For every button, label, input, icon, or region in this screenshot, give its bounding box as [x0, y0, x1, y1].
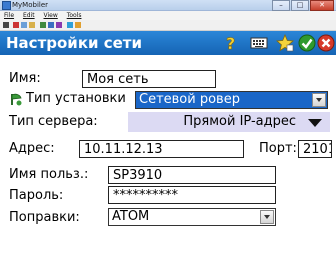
folder-icon[interactable] [75, 22, 81, 28]
network-settings-form: Имя: Моя сеть Тип установки Сетевой рове… [0, 56, 336, 253]
corrections-chevron-down-icon[interactable] [260, 210, 274, 224]
menu-file[interactable]: File [4, 12, 14, 19]
corrections-label: Поправки: [9, 210, 80, 225]
install-type-value: Сетевой ровер [139, 92, 240, 107]
user-field[interactable]: SP3910 [108, 166, 276, 184]
install-type-chevron-down-icon[interactable] [312, 93, 326, 107]
address-label: Адрес: [9, 141, 55, 156]
svg-text:?: ? [226, 34, 235, 52]
page-title: Настройки сети [6, 34, 142, 52]
password-label: Пароль: [9, 188, 64, 203]
network-rover-icon [11, 93, 22, 106]
favorites-star-icon[interactable] [276, 34, 294, 52]
password-field[interactable]: ********** [108, 186, 276, 204]
install-type-label: Тип установки [26, 91, 126, 106]
name-field[interactable]: Моя сеть [82, 70, 216, 88]
port-field[interactable]: 2101 [298, 140, 332, 158]
accept-icon[interactable] [298, 34, 316, 52]
explore-icon[interactable] [56, 22, 62, 28]
window-title: MyMobiler [12, 1, 49, 9]
maximize-button[interactable]: □ [291, 0, 309, 11]
window-titlebar: MyMobiler – □ ✕ [0, 0, 336, 11]
record-icon[interactable] [13, 22, 19, 28]
corrections-value: ATOM [112, 209, 150, 224]
menu-tools[interactable]: Tools [67, 12, 82, 19]
paste-icon[interactable] [29, 22, 35, 28]
menu-edit[interactable]: Edit [23, 12, 35, 19]
download-icon[interactable] [48, 22, 54, 28]
corrections-dropdown[interactable]: ATOM [108, 208, 276, 226]
server-type-dropdown[interactable]: Прямой IP-адрес [128, 112, 330, 132]
menu-view[interactable]: View [44, 12, 58, 19]
toolbar [0, 20, 336, 31]
screen-icon[interactable] [67, 22, 73, 28]
server-type-chevron-down-icon[interactable] [308, 119, 322, 127]
screen-header: Настройки сети ? [0, 31, 336, 55]
cancel-icon[interactable] [317, 34, 335, 52]
name-label: Имя: [9, 71, 41, 86]
minimize-button[interactable]: – [272, 0, 290, 11]
window-controls: – □ ✕ [271, 0, 334, 11]
app-icon [2, 1, 11, 10]
close-button[interactable]: ✕ [310, 0, 334, 11]
port-label: Порт: [259, 141, 297, 156]
menu-bar: File Edit View Tools [0, 11, 336, 20]
keyboard-icon[interactable] [250, 34, 268, 52]
server-type-value: Прямой IP-адрес [183, 114, 296, 129]
install-type-dropdown[interactable]: Сетевой ровер [135, 91, 328, 109]
device-icon[interactable] [3, 22, 9, 28]
user-label: Имя польз.: [9, 167, 89, 182]
address-field[interactable]: 10.11.12.13 [79, 140, 244, 158]
server-type-label: Тип сервера: [9, 114, 98, 129]
upload-icon[interactable] [40, 22, 46, 28]
help-icon[interactable]: ? [222, 34, 240, 52]
copy-icon[interactable] [21, 22, 27, 28]
